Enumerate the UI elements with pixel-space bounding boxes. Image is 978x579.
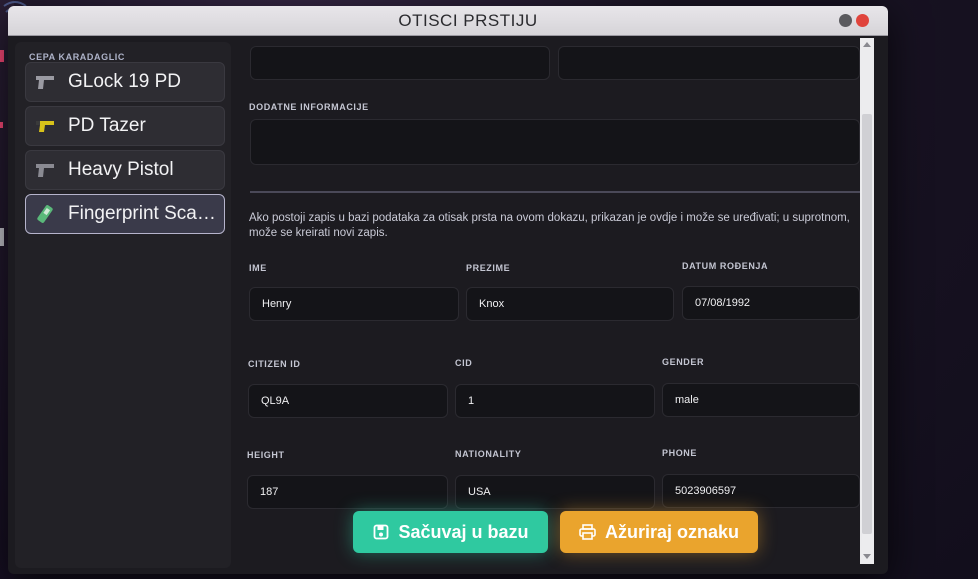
gender-label: GENDER xyxy=(662,357,705,367)
citizen-id-label: CITIZEN ID xyxy=(248,359,301,369)
sidebar-item-label: GLock 19 PD xyxy=(68,71,181,92)
divider xyxy=(250,191,860,193)
scroll-up-arrow[interactable] xyxy=(863,42,871,47)
top-field-1[interactable] xyxy=(250,46,550,80)
background-mark xyxy=(0,122,3,128)
scrollbar[interactable] xyxy=(860,38,874,564)
sidebar-item-heavy-pistol[interactable]: Heavy Pistol xyxy=(25,150,225,190)
ime-field[interactable]: Henry xyxy=(249,287,459,321)
taser-icon xyxy=(34,115,56,137)
info-text: Ako postoji zapis u bazi podataka za oti… xyxy=(249,212,850,239)
sidebar-item-label: PD Tazer xyxy=(68,115,146,136)
citizen-id-field[interactable]: QL9A xyxy=(248,384,448,418)
background-mark xyxy=(0,228,4,246)
cid-field[interactable]: 1 xyxy=(455,384,655,418)
ime-label: IME xyxy=(249,263,267,273)
save-to-database-button[interactable]: Sačuvaj u bazu xyxy=(353,511,548,553)
fingerprint-scanner-icon xyxy=(34,203,56,225)
additional-info-label: DODATNE INFORMACIJE xyxy=(249,102,369,112)
sidebar: CEPA KARADAGLIC GLock 19 PD PD Tazer Hea… xyxy=(15,42,231,568)
gender-field[interactable]: male xyxy=(662,383,860,417)
nationality-label: NATIONALITY xyxy=(455,449,522,459)
background-mark xyxy=(0,50,4,62)
pistol-icon xyxy=(34,71,56,93)
sidebar-item-taser[interactable]: PD Tazer xyxy=(25,106,225,146)
window-title: OTISCI PRSTIJU xyxy=(398,10,538,30)
update-tag-button[interactable]: Ažuriraj oznaku xyxy=(560,511,758,553)
save-button-label: Sačuvaj u bazu xyxy=(398,521,529,542)
update-button-label: Ažuriraj oznaku xyxy=(604,521,740,542)
title-bar[interactable]: OTISCI PRSTIJU xyxy=(8,6,888,36)
sidebar-item-fingerprint-scanner[interactable]: Fingerprint Sca… xyxy=(25,194,225,234)
nationality-field[interactable]: USA xyxy=(455,475,655,509)
phone-field[interactable]: 5023906597 xyxy=(662,474,860,508)
top-field-2[interactable] xyxy=(558,46,860,80)
prezime-label: PREZIME xyxy=(466,263,511,273)
sidebar-item-label: Heavy Pistol xyxy=(68,159,174,180)
save-icon xyxy=(372,523,390,541)
phone-label: PHONE xyxy=(662,448,698,458)
prezime-field[interactable]: Knox xyxy=(466,287,674,321)
minimize-button[interactable] xyxy=(839,14,852,27)
additional-info-field[interactable] xyxy=(250,119,860,165)
height-field[interactable]: 187 xyxy=(247,475,448,509)
fingerprint-window: OTISCI PRSTIJU CEPA KARADAGLIC GLock 19 … xyxy=(8,6,888,574)
scroll-down-arrow[interactable] xyxy=(863,554,871,559)
height-label: HEIGHT xyxy=(247,450,285,460)
sidebar-item-glock[interactable]: GLock 19 PD xyxy=(25,62,225,102)
pistol-icon xyxy=(34,159,56,181)
scrollbar-thumb[interactable] xyxy=(862,114,872,534)
datum-rodenja-label: DATUM ROĐENJA xyxy=(682,261,769,271)
printer-icon xyxy=(579,523,597,541)
datum-rodenja-field[interactable]: 07/08/1992 xyxy=(682,286,860,320)
sidebar-item-label: Fingerprint Sca… xyxy=(68,203,216,224)
sidebar-heading: CEPA KARADAGLIC xyxy=(29,52,125,62)
close-button[interactable] xyxy=(856,14,869,27)
main-panel: DODATNE INFORMACIJE Ako postoji zapis u … xyxy=(234,38,866,574)
cid-label: CID xyxy=(455,358,473,368)
